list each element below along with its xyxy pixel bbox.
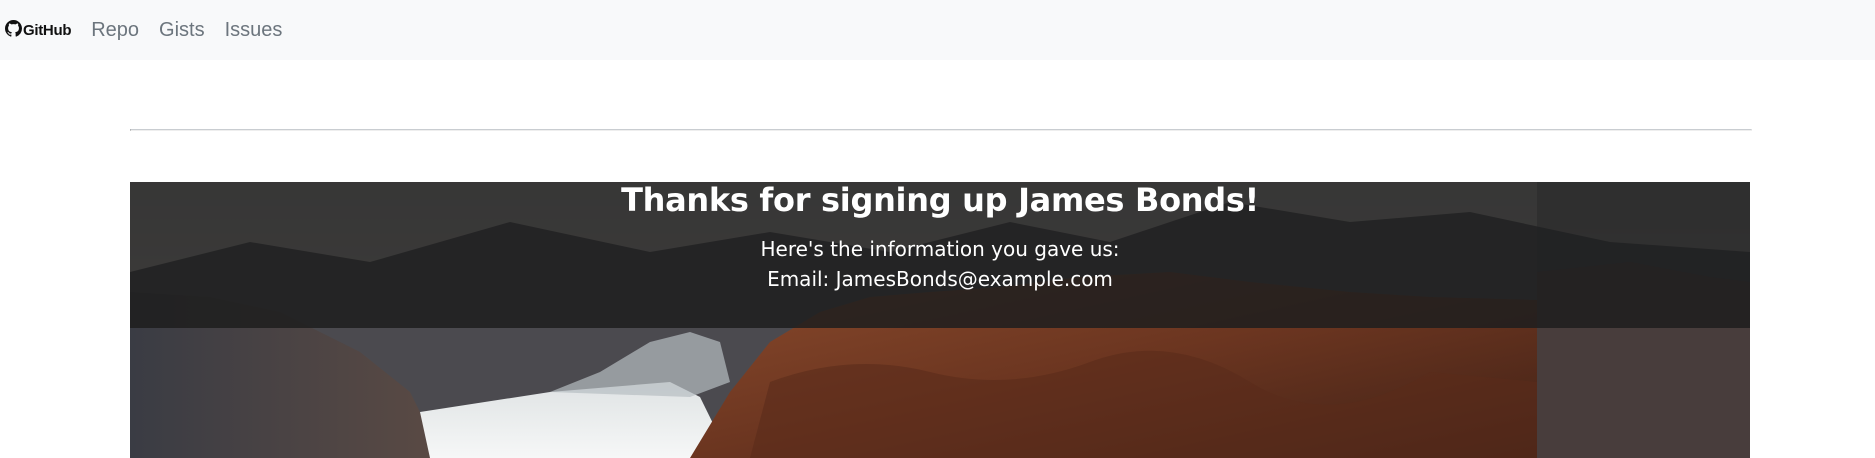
confirmation-overlay: Thanks for signing up James Bonds! Here'… [130,182,1750,328]
section-divider [130,129,1752,131]
signup-confirmation-hero: Thanks for signing up James Bonds! Here'… [130,182,1750,458]
email-text: Email: JamesBonds@example.com [767,267,1113,291]
info-intro-text: Here's the information you gave us: [760,237,1120,261]
github-octocat-icon [5,19,23,41]
top-navbar: GitHub Repo Gists Issues [0,0,1875,60]
confirmation-title: Thanks for signing up James Bonds! [621,182,1259,219]
nav-link-gists[interactable]: Gists [159,19,205,42]
github-brand-link[interactable]: GitHub [5,19,72,41]
brand-label: GitHub [23,21,72,39]
nav-link-issues[interactable]: Issues [225,19,283,42]
nav-link-repo[interactable]: Repo [91,19,139,42]
